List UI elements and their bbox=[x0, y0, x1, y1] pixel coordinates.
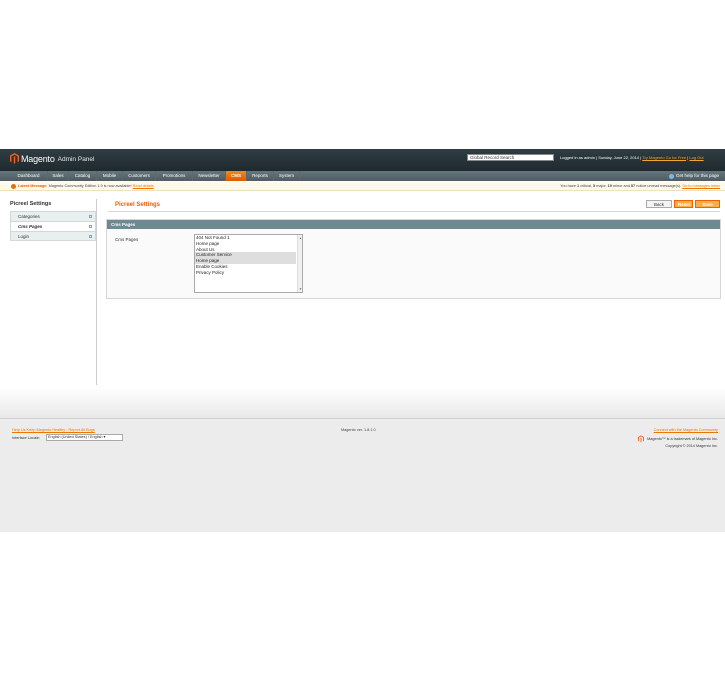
trademark-notice: Magento™ is a trademark of Magento Inc. bbox=[638, 435, 718, 443]
major-count: 5 bbox=[593, 184, 596, 188]
warning-icon bbox=[11, 184, 16, 189]
try-magento-go-link[interactable]: Try Magento Go for Free bbox=[642, 155, 686, 160]
option-privacy-policy[interactable]: Privacy Policy bbox=[195, 270, 296, 276]
sidebar-divider bbox=[96, 199, 97, 385]
footer-gradient bbox=[0, 387, 725, 419]
read-details-link[interactable]: Read details bbox=[133, 184, 154, 188]
report-bugs-link[interactable]: Help Us Keep Magento Healthy - Report Al… bbox=[12, 428, 95, 432]
message-counts: You have 1 critical, 5 major, 19 minor a… bbox=[560, 184, 720, 188]
scroll-down-icon[interactable]: ▼ bbox=[299, 287, 302, 291]
reset-button-label: Reset bbox=[678, 202, 691, 207]
title-divider bbox=[108, 211, 720, 212]
multiselect-scrollbar[interactable]: ▲ ▼ bbox=[297, 235, 302, 292]
save-button-label: Save bbox=[702, 202, 713, 207]
header-user-info: Logged in as admin | Sunday, June 22, 20… bbox=[560, 155, 704, 160]
logout-link[interactable]: Log Out bbox=[689, 155, 703, 160]
critical-label: critical bbox=[580, 184, 591, 188]
nav-sales[interactable]: Sales bbox=[48, 171, 69, 181]
copyright-text: Copyright © 2014 Magento Inc. bbox=[665, 444, 718, 448]
magento-small-logo-icon bbox=[638, 435, 645, 443]
scroll-up-icon[interactable]: ▲ bbox=[299, 236, 302, 240]
magento-version: Magento ver. 1.8.1.0 bbox=[341, 428, 376, 432]
trademark-text: Magento™ is a trademark of Magento Inc. bbox=[647, 437, 718, 441]
help-icon bbox=[668, 173, 674, 179]
main-nav: Dashboard Sales Catalog Mobile Customers… bbox=[0, 171, 725, 181]
nav-system[interactable]: System bbox=[274, 171, 300, 181]
sidebar-item-cms-pages[interactable]: Cms Pages bbox=[10, 221, 96, 231]
sidebar-title: Picreel Settings bbox=[10, 201, 52, 207]
page-title: Picreel Settings bbox=[115, 202, 161, 208]
nav-newsletter[interactable]: Newsletter bbox=[193, 171, 226, 181]
magento-logo[interactable]: Magento Admin Panel bbox=[10, 153, 94, 164]
tab-status-icon bbox=[89, 235, 92, 238]
nav-mobile[interactable]: Mobile bbox=[97, 171, 123, 181]
back-button-label: Back bbox=[653, 202, 664, 207]
minor-count: 19 bbox=[607, 184, 612, 188]
magento-logo-icon bbox=[10, 153, 19, 164]
notice-count: 57 bbox=[630, 184, 636, 188]
nav-customers[interactable]: Customers bbox=[123, 171, 156, 181]
footer: Help Us Keep Magento Healthy - Report Al… bbox=[0, 419, 725, 532]
cms-pages-fieldset: Cms Pages Cms Pages 404 Not Found 1 Home… bbox=[106, 219, 721, 299]
cms-pages-multiselect[interactable]: 404 Not Found 1 Home page About Us Custo… bbox=[194, 234, 303, 293]
sidebar-item-label: Cms Pages bbox=[18, 224, 43, 229]
sidebar-item-label: Categories bbox=[18, 214, 40, 219]
go-to-inbox-link[interactable]: Go to messages inbox bbox=[682, 184, 720, 188]
current-date: Sunday, June 22, 2014 bbox=[598, 155, 640, 160]
locale-label: Interface Locale: bbox=[12, 436, 41, 440]
notice-label: notice unread message(s). bbox=[636, 184, 682, 188]
nav-cms[interactable]: CMS bbox=[226, 171, 247, 181]
logo-subtitle: Admin Panel bbox=[57, 156, 95, 163]
critical-count: 1 bbox=[576, 184, 580, 188]
nav-promotions[interactable]: Promotions bbox=[156, 171, 193, 181]
tab-status-icon bbox=[89, 225, 92, 228]
global-search-input[interactable]: Global Record Search bbox=[467, 154, 554, 161]
sidebar-tabs: Categories Cms Pages Login bbox=[10, 211, 96, 241]
latest-message-text: Magento Community Edition 1.9 is now ava… bbox=[48, 184, 132, 188]
minor-label: minor and bbox=[612, 184, 630, 188]
logo-text: Magento bbox=[21, 153, 55, 164]
nav-dashboard[interactable]: Dashboard bbox=[10, 171, 48, 181]
chevron-down-icon: ▾ bbox=[103, 435, 106, 439]
fieldset-title: Cms Pages bbox=[107, 220, 720, 229]
tab-status-icon bbox=[89, 215, 92, 218]
latest-message: Latest Message: Magento Community Editio… bbox=[18, 184, 154, 188]
latest-message-label: Latest Message: bbox=[18, 184, 48, 188]
reset-button[interactable]: Reset bbox=[674, 200, 693, 208]
nav-catalog[interactable]: Catalog bbox=[69, 171, 97, 181]
system-message-bar: Latest Message: Magento Community Editio… bbox=[0, 182, 725, 191]
nav-reports[interactable]: Reports bbox=[247, 171, 274, 181]
major-label: major bbox=[596, 184, 606, 188]
back-button[interactable]: Back bbox=[646, 200, 672, 208]
admin-header: Magento Admin Panel Global Record Search… bbox=[0, 149, 725, 171]
locale-select[interactable]: English (United States) / English ▾ bbox=[46, 434, 123, 441]
sidebar-item-login[interactable]: Login bbox=[10, 231, 96, 241]
connect-community-link[interactable]: Connect with the Magento Community bbox=[654, 428, 718, 432]
help-link-label: Get help for this page bbox=[675, 173, 719, 178]
message-prefix: You have bbox=[560, 184, 576, 188]
sidebar-item-categories[interactable]: Categories bbox=[10, 211, 96, 221]
save-button[interactable]: Save bbox=[695, 200, 720, 208]
help-link[interactable]: Get help for this page bbox=[668, 171, 719, 181]
cms-pages-label: Cms Pages bbox=[115, 237, 139, 242]
locale-select-value: English (United States) / English bbox=[48, 435, 103, 439]
logged-in-text: Logged in as admin bbox=[560, 155, 595, 160]
sidebar-item-label: Login bbox=[18, 234, 30, 239]
